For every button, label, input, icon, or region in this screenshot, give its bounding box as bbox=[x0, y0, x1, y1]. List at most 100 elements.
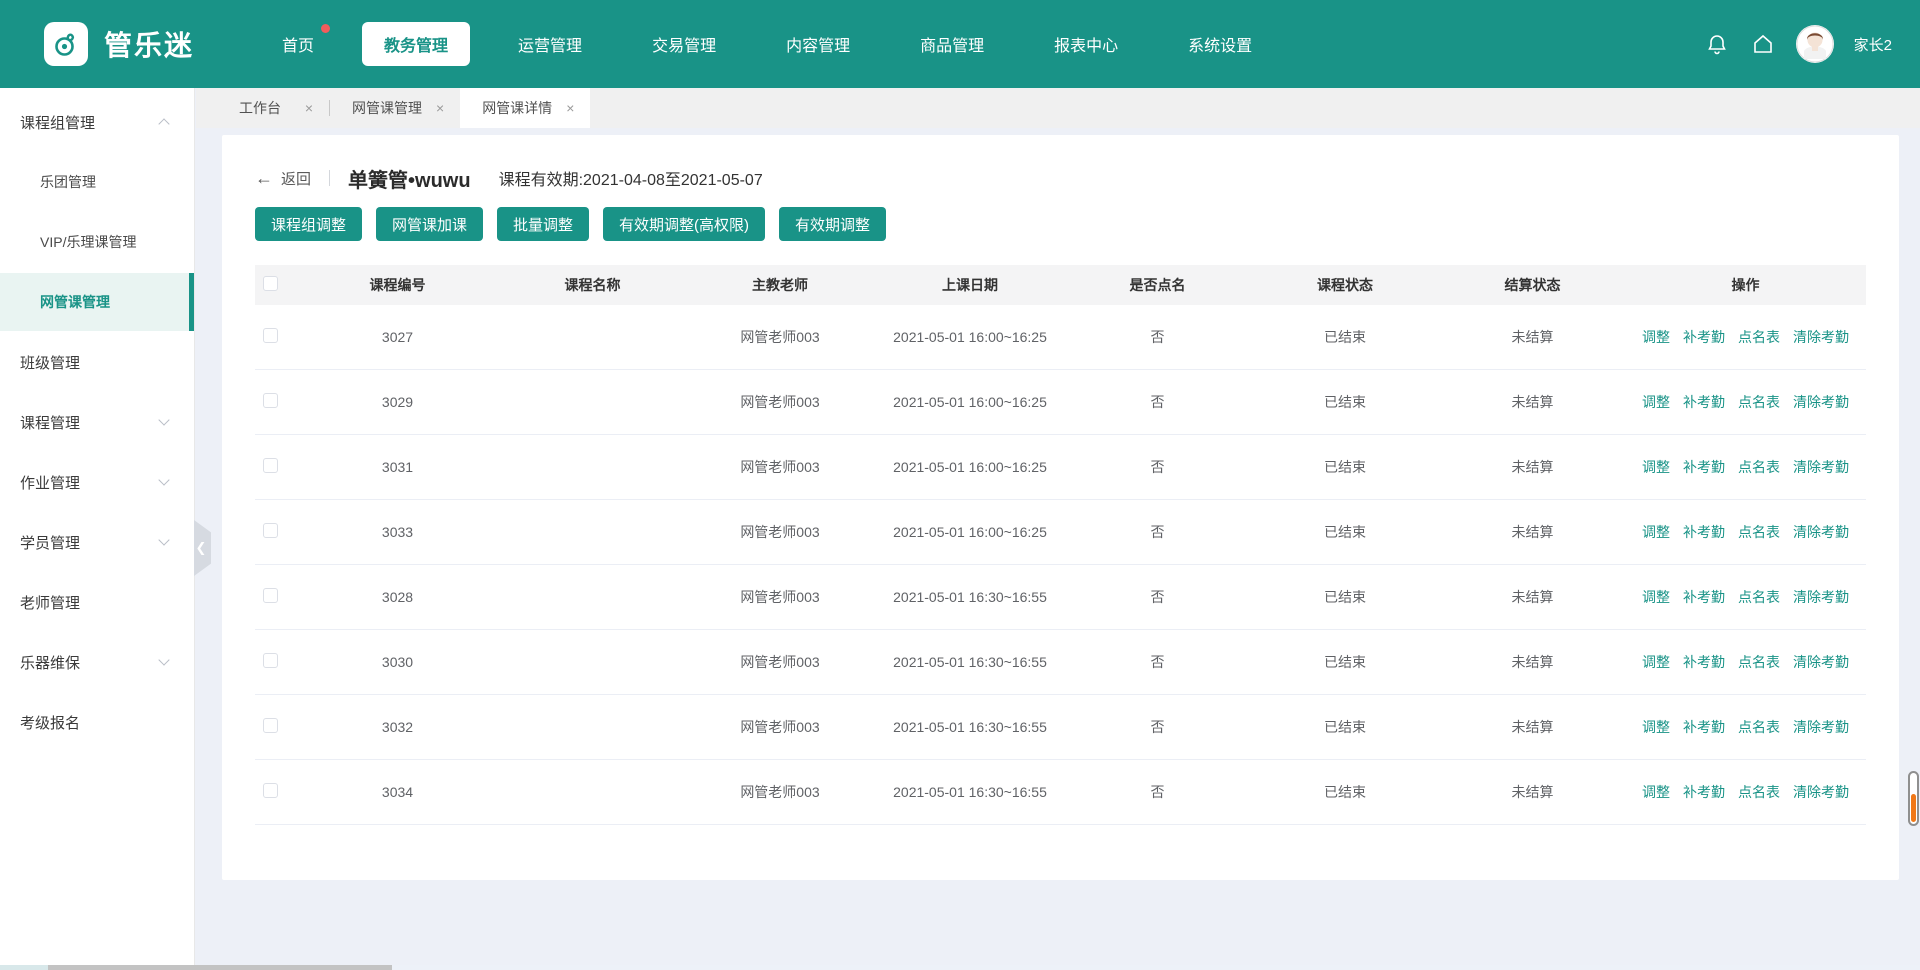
nav-item-settings[interactable]: 系统设置 bbox=[1166, 22, 1274, 66]
adjust-link[interactable]: 调整 bbox=[1642, 327, 1670, 347]
adjust-link[interactable]: 调整 bbox=[1642, 717, 1670, 737]
roll-call-sheet-link[interactable]: 点名表 bbox=[1738, 522, 1780, 542]
sidebar-item-course-group-mgmt[interactable]: 课程组管理 bbox=[0, 92, 194, 152]
roll-call-cell: 否 bbox=[1065, 652, 1250, 672]
row-checkbox[interactable] bbox=[263, 588, 278, 603]
roll-call-sheet-link[interactable]: 点名表 bbox=[1738, 782, 1780, 802]
roll-call-sheet-link[interactable]: 点名表 bbox=[1738, 327, 1780, 347]
roll-call-cell: 否 bbox=[1065, 717, 1250, 737]
horizontal-scrollbar-thumb[interactable] bbox=[48, 965, 392, 970]
adjust-link[interactable]: 调整 bbox=[1642, 392, 1670, 412]
roll-call-sheet-link[interactable]: 点名表 bbox=[1738, 392, 1780, 412]
sidebar-item-vip-theory-mgmt[interactable]: VIP/乐理课管理 bbox=[0, 212, 194, 272]
roll-call-cell: 否 bbox=[1065, 587, 1250, 607]
close-icon[interactable]: × bbox=[305, 100, 313, 116]
row-checkbox[interactable] bbox=[263, 328, 278, 343]
vertical-scrollbar-thumb[interactable] bbox=[1908, 771, 1919, 826]
tab-online-class-detail[interactable]: 网管课详情 × bbox=[460, 88, 590, 128]
settlement-status-cell: 未结算 bbox=[1440, 392, 1625, 412]
teacher-cell: 网管老师003 bbox=[685, 652, 875, 672]
sidebar-item-course-mgmt[interactable]: 课程管理 bbox=[0, 392, 194, 452]
tab-online-class-mgmt[interactable]: 网管课管理 × bbox=[330, 88, 460, 128]
sidebar-item-homework-mgmt[interactable]: 作业管理 bbox=[0, 452, 194, 512]
notification-dot-badge bbox=[321, 24, 330, 33]
batch-adjust-button[interactable]: 批量调整 bbox=[497, 207, 589, 241]
adjust-link[interactable]: 调整 bbox=[1642, 652, 1670, 672]
row-checkbox[interactable] bbox=[263, 783, 278, 798]
clear-attendance-link[interactable]: 清除考勤 bbox=[1793, 327, 1849, 347]
roll-call-sheet-link[interactable]: 点名表 bbox=[1738, 652, 1780, 672]
nav-item-academic[interactable]: 教务管理 bbox=[362, 22, 470, 66]
makeup-attendance-link[interactable]: 补考勤 bbox=[1683, 392, 1725, 412]
content-area: ← 返回 单簧管•wuwu 课程有效期:2021-04-08至2021-05-0… bbox=[196, 128, 1920, 965]
adjust-link[interactable]: 调整 bbox=[1642, 782, 1670, 802]
makeup-attendance-link[interactable]: 补考勤 bbox=[1683, 522, 1725, 542]
row-checkbox[interactable] bbox=[263, 523, 278, 538]
sidebar-item-instrument-maintenance[interactable]: 乐器维保 bbox=[0, 632, 194, 692]
chevron-down-icon bbox=[158, 654, 169, 665]
settlement-status-cell: 未结算 bbox=[1440, 652, 1625, 672]
nav-item-home[interactable]: 首页 bbox=[260, 22, 336, 66]
clear-attendance-link[interactable]: 清除考勤 bbox=[1793, 457, 1849, 477]
nav-item-content[interactable]: 内容管理 bbox=[764, 22, 872, 66]
select-all-checkbox[interactable] bbox=[263, 276, 278, 291]
course-group-adjust-button[interactable]: 课程组调整 bbox=[255, 207, 362, 241]
table-row: 3030 网管老师003 2021-05-01 16:30~16:55 否 已结… bbox=[255, 630, 1866, 695]
makeup-attendance-link[interactable]: 补考勤 bbox=[1683, 457, 1725, 477]
makeup-attendance-link[interactable]: 补考勤 bbox=[1683, 587, 1725, 607]
column-header-operations: 操作 bbox=[1625, 275, 1866, 295]
roll-call-sheet-link[interactable]: 点名表 bbox=[1738, 717, 1780, 737]
clear-attendance-link[interactable]: 清除考勤 bbox=[1793, 392, 1849, 412]
clear-attendance-link[interactable]: 清除考勤 bbox=[1793, 652, 1849, 672]
add-online-class-button[interactable]: 网管课加课 bbox=[376, 207, 483, 241]
course-status-cell: 已结束 bbox=[1250, 717, 1440, 737]
clear-attendance-link[interactable]: 清除考勤 bbox=[1793, 587, 1849, 607]
clear-attendance-link[interactable]: 清除考勤 bbox=[1793, 782, 1849, 802]
row-checkbox[interactable] bbox=[263, 393, 278, 408]
column-header-teacher: 主教老师 bbox=[685, 275, 875, 295]
sidebar-menu: 课程组管理 乐团管理 VIP/乐理课管理 网管课管理 班级管理 课程管理 作业管… bbox=[0, 88, 195, 965]
nav-item-products[interactable]: 商品管理 bbox=[898, 22, 1006, 66]
validity-adjust-button[interactable]: 有效期调整 bbox=[779, 207, 886, 241]
table-row: 3027 网管老师003 2021-05-01 16:00~16:25 否 已结… bbox=[255, 305, 1866, 370]
sidebar-item-label: 学员管理 bbox=[20, 532, 80, 553]
sidebar-item-orchestra-mgmt[interactable]: 乐团管理 bbox=[0, 152, 194, 212]
makeup-attendance-link[interactable]: 补考勤 bbox=[1683, 652, 1725, 672]
date-cell: 2021-05-01 16:00~16:25 bbox=[875, 394, 1065, 410]
sidebar-item-teacher-mgmt[interactable]: 老师管理 bbox=[0, 572, 194, 632]
sidebar-item-label: 课程管理 bbox=[20, 412, 80, 433]
row-checkbox[interactable] bbox=[263, 653, 278, 668]
user-name[interactable]: 家长2 bbox=[1854, 34, 1892, 55]
makeup-attendance-link[interactable]: 补考勤 bbox=[1683, 782, 1725, 802]
validity-adjust-privileged-button[interactable]: 有效期调整(高权限) bbox=[603, 207, 765, 241]
sidebar-item-student-mgmt[interactable]: 学员管理 bbox=[0, 512, 194, 572]
close-icon[interactable]: × bbox=[566, 100, 574, 116]
home-icon[interactable] bbox=[1750, 31, 1776, 57]
horizontal-scrollbar[interactable] bbox=[0, 965, 1920, 970]
roll-call-sheet-link[interactable]: 点名表 bbox=[1738, 587, 1780, 607]
adjust-link[interactable]: 调整 bbox=[1642, 522, 1670, 542]
clear-attendance-link[interactable]: 清除考勤 bbox=[1793, 522, 1849, 542]
course-id-cell: 3031 bbox=[295, 459, 500, 475]
makeup-attendance-link[interactable]: 补考勤 bbox=[1683, 717, 1725, 737]
sidebar-item-exam-registration[interactable]: 考级报名 bbox=[0, 692, 194, 752]
brand-logo[interactable]: 管乐迷 bbox=[44, 22, 194, 66]
tab-workbench[interactable]: 工作台 × bbox=[217, 88, 329, 128]
nav-item-reports[interactable]: 报表中心 bbox=[1032, 22, 1140, 66]
adjust-link[interactable]: 调整 bbox=[1642, 457, 1670, 477]
makeup-attendance-link[interactable]: 补考勤 bbox=[1683, 327, 1725, 347]
sidebar-item-class-mgmt[interactable]: 班级管理 bbox=[0, 332, 194, 392]
row-checkbox[interactable] bbox=[263, 718, 278, 733]
roll-call-sheet-link[interactable]: 点名表 bbox=[1738, 457, 1780, 477]
nav-item-operations[interactable]: 运营管理 bbox=[496, 22, 604, 66]
user-avatar[interactable] bbox=[1796, 25, 1834, 63]
clear-attendance-link[interactable]: 清除考勤 bbox=[1793, 717, 1849, 737]
back-button[interactable]: ← 返回 bbox=[255, 168, 311, 189]
row-checkbox[interactable] bbox=[263, 458, 278, 473]
sidebar-item-online-class-mgmt[interactable]: 网管课管理 bbox=[0, 273, 194, 331]
nav-item-transactions[interactable]: 交易管理 bbox=[630, 22, 738, 66]
adjust-link[interactable]: 调整 bbox=[1642, 587, 1670, 607]
roll-call-cell: 否 bbox=[1065, 327, 1250, 347]
bell-icon[interactable] bbox=[1704, 31, 1730, 57]
close-icon[interactable]: × bbox=[436, 100, 444, 116]
